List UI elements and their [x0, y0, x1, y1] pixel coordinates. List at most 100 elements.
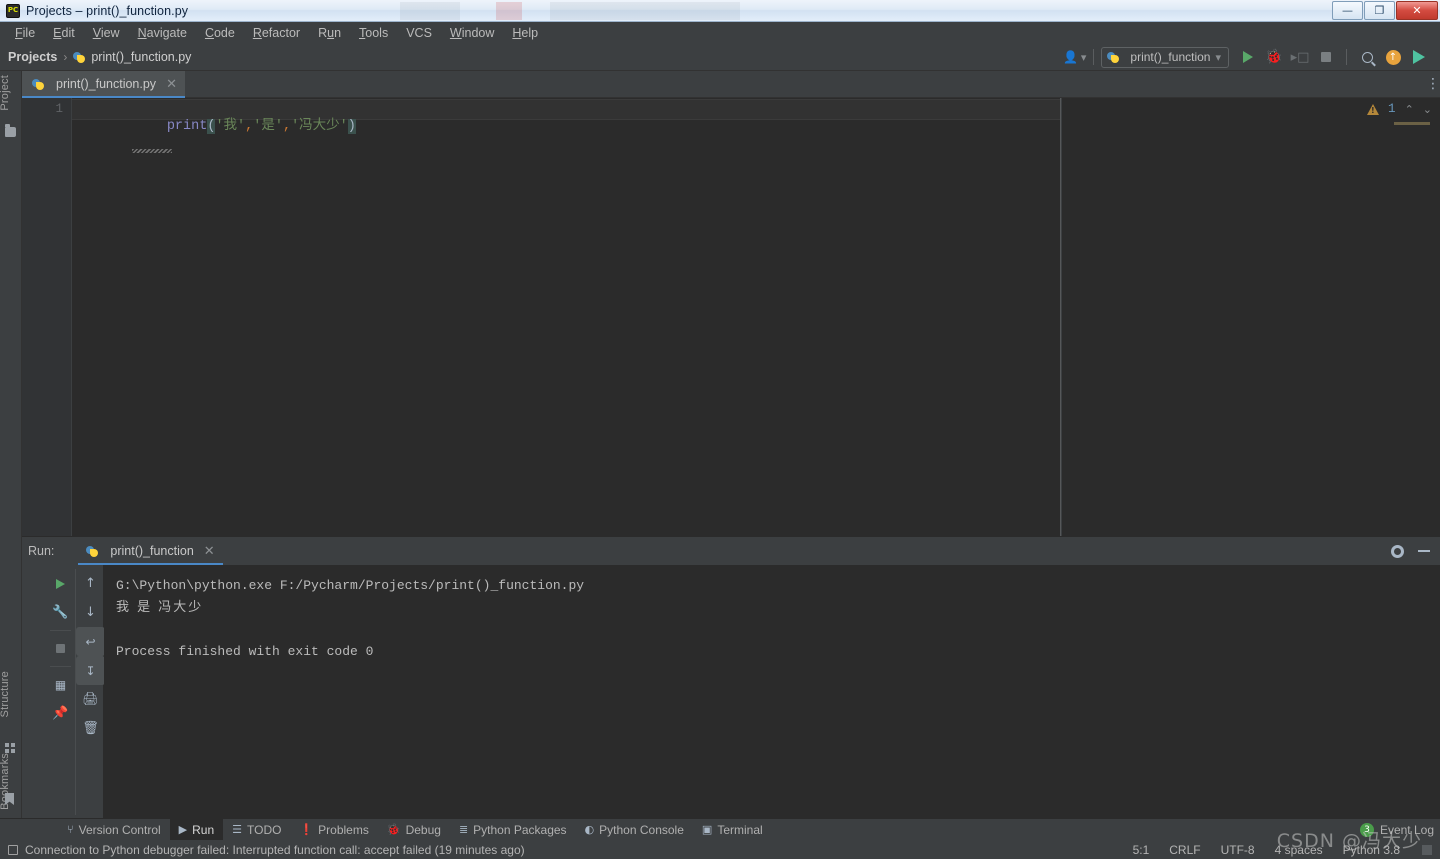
- minimize-icon[interactable]: [1418, 550, 1430, 552]
- tool-window-button-run[interactable]: ▶ Run: [169, 818, 224, 841]
- user-avatar-icon[interactable]: 👤: [1063, 50, 1078, 64]
- gear-icon[interactable]: [1391, 544, 1404, 558]
- tool-window-button-terminal[interactable]: ▣ Terminal: [693, 819, 772, 841]
- toolbar-divider-2: [1346, 49, 1347, 65]
- pin-tab-button[interactable]: 📌: [46, 699, 75, 728]
- breadcrumb-file[interactable]: print()_function.py: [73, 50, 191, 64]
- avatar-dropdown-arrow[interactable]: ▾: [1081, 51, 1087, 64]
- token-string-1: '我': [215, 119, 246, 134]
- tool-window-button-python-packages[interactable]: ≣ Python Packages: [450, 819, 576, 841]
- token-string-2: '是': [253, 119, 283, 134]
- breadcrumb-separator: ›: [63, 50, 68, 64]
- tool-window-button-label: Python Packages: [473, 822, 567, 837]
- clear-all-button[interactable]: 🗑: [76, 714, 105, 743]
- toolbar-divider: [50, 666, 71, 667]
- menu-item-code[interactable]: Code: [196, 24, 244, 42]
- run-toolbar-column-left: 🔧 ▦ 📌: [46, 569, 75, 728]
- editor-options-icon[interactable]: ⋮: [1426, 77, 1440, 91]
- run-configuration-label: print()_function: [1130, 50, 1211, 64]
- minimize-button[interactable]: —: [1332, 1, 1363, 20]
- token-string-3: '冯大少': [291, 119, 348, 134]
- stop-button[interactable]: [46, 634, 75, 663]
- run-configuration-selector[interactable]: print()_function ▾: [1101, 46, 1229, 68]
- run-tab-print-function[interactable]: print()_function ✕: [78, 537, 223, 565]
- rerun-button[interactable]: [46, 569, 75, 598]
- play-icon: ▶: [178, 823, 188, 836]
- inspection-widget[interactable]: 1 ⌃ ⌄: [1367, 102, 1432, 116]
- tool-window-button-debug[interactable]: 🐞 Debug: [378, 819, 450, 841]
- layout-icon: ▦: [54, 677, 67, 692]
- indent-setting[interactable]: 4 spaces: [1275, 843, 1323, 857]
- resize-grip[interactable]: [1422, 844, 1432, 855]
- close-button[interactable]: ✕: [1396, 1, 1438, 20]
- stop-button[interactable]: [1313, 46, 1339, 68]
- debug-button[interactable]: 🐞: [1261, 46, 1287, 68]
- menu-item-navigate[interactable]: Navigate: [129, 24, 196, 42]
- chevron-up-icon[interactable]: ⌃: [1405, 103, 1414, 116]
- restore-button[interactable]: ❐: [1364, 1, 1395, 20]
- token-close-paren: ): [347, 119, 356, 134]
- chevron-down-icon[interactable]: ⌄: [1423, 103, 1432, 116]
- run-anything-button[interactable]: [1406, 46, 1432, 68]
- close-icon[interactable]: ✕: [204, 543, 215, 559]
- play-icon: [56, 578, 65, 589]
- pin-icon: 📌: [52, 706, 69, 721]
- menu-item-refactor[interactable]: Refactor: [244, 24, 309, 42]
- run-tool-window: Run: print()_function ✕ 🔧 ▦ 📌 ↑ ↓ ↩ ↧ 🖨 …: [22, 536, 1440, 819]
- tool-window-button-todo[interactable]: ☰ TODO: [223, 819, 290, 841]
- sidebar-item-structure[interactable]: Structure: [0, 671, 11, 717]
- main-toolbar-actions: 👤 ▾ print()_function ▾ 🐞 ▸□ ↑: [1063, 46, 1432, 68]
- line-separator[interactable]: CRLF: [1169, 843, 1200, 857]
- file-encoding[interactable]: UTF-8: [1221, 843, 1255, 857]
- menu-item-view[interactable]: View: [84, 24, 129, 42]
- tool-window-button-python-console[interactable]: ◐ Python Console: [576, 819, 693, 841]
- menu-item-run[interactable]: Run: [309, 24, 350, 42]
- editor-gutter[interactable]: 1: [22, 98, 72, 536]
- navigation-bar: Projects › print()_function.py 👤 ▾ print…: [0, 44, 1440, 71]
- pycharm-icon: PC: [6, 3, 20, 18]
- tool-window-button-label: Python Console: [599, 822, 684, 837]
- python-icon: [86, 545, 99, 558]
- print-button[interactable]: 🖨: [76, 685, 105, 714]
- event-log-label[interactable]: Event Log: [1380, 823, 1434, 837]
- menu-item-edit[interactable]: Edit: [44, 24, 84, 42]
- python-interpreter[interactable]: Python 3.8: [1343, 843, 1400, 857]
- code-editor[interactable]: 1 print('我','是','冯大少') 1 ⌃ ⌄: [22, 98, 1440, 536]
- menu-item-vcs[interactable]: VCS: [397, 24, 441, 42]
- up-button[interactable]: ↑: [76, 569, 105, 598]
- layout-button[interactable]: ▦: [46, 670, 75, 699]
- sidebar-item-project[interactable]: Project: [0, 75, 11, 111]
- close-icon[interactable]: ✕: [166, 77, 177, 92]
- menu-item-help[interactable]: Help: [503, 24, 547, 42]
- toolbar-divider-1: [1093, 49, 1095, 65]
- menu-item-window[interactable]: Window: [441, 24, 503, 42]
- soft-wrap-button[interactable]: ↩: [76, 627, 105, 656]
- inspection-count: 1: [1388, 102, 1396, 116]
- event-log-area[interactable]: 3 Event Log: [1359, 822, 1434, 837]
- breadcrumb-projects[interactable]: Projects: [8, 50, 57, 64]
- tool-window-button-label: Version Control: [78, 822, 161, 837]
- tool-window-button-problems[interactable]: ❗ Problems: [290, 819, 377, 841]
- status-bar: Connection to Python debugger failed: In…: [0, 840, 1440, 859]
- coverage-button[interactable]: ▸□: [1287, 46, 1313, 68]
- editor-code-area[interactable]: print('我','是','冯大少') 1 ⌃ ⌄: [72, 98, 1440, 536]
- scroll-to-end-button[interactable]: ↧: [76, 656, 105, 685]
- status-message[interactable]: Connection to Python debugger failed: In…: [8, 843, 525, 857]
- search-everywhere-button[interactable]: [1354, 46, 1380, 68]
- tool-window-button-label: TODO: [247, 822, 282, 837]
- run-button[interactable]: [1235, 46, 1261, 68]
- update-project-button[interactable]: ↑: [1380, 46, 1406, 68]
- run-external-icon: [1413, 50, 1425, 64]
- tool-window-button-version-control[interactable]: ⑂ Version Control: [58, 819, 170, 841]
- menu-item-file[interactable]: File: [6, 24, 44, 42]
- edit-config-button[interactable]: 🔧: [46, 598, 75, 627]
- caret-position[interactable]: 5:1: [1133, 843, 1150, 857]
- run-console-output[interactable]: G:\Python\python.exe F:/Pycharm/Projects…: [104, 565, 1440, 819]
- down-button[interactable]: ↓: [76, 598, 105, 627]
- editor-tab-print-function[interactable]: print()_function.py ✕: [22, 70, 185, 98]
- tool-window-button-label: Run: [192, 822, 215, 837]
- message-square-icon: [8, 844, 18, 855]
- warning-triangle-icon: [1367, 103, 1380, 115]
- tool-window-button-label: Debug: [405, 822, 441, 837]
- menu-item-tools[interactable]: Tools: [350, 24, 397, 42]
